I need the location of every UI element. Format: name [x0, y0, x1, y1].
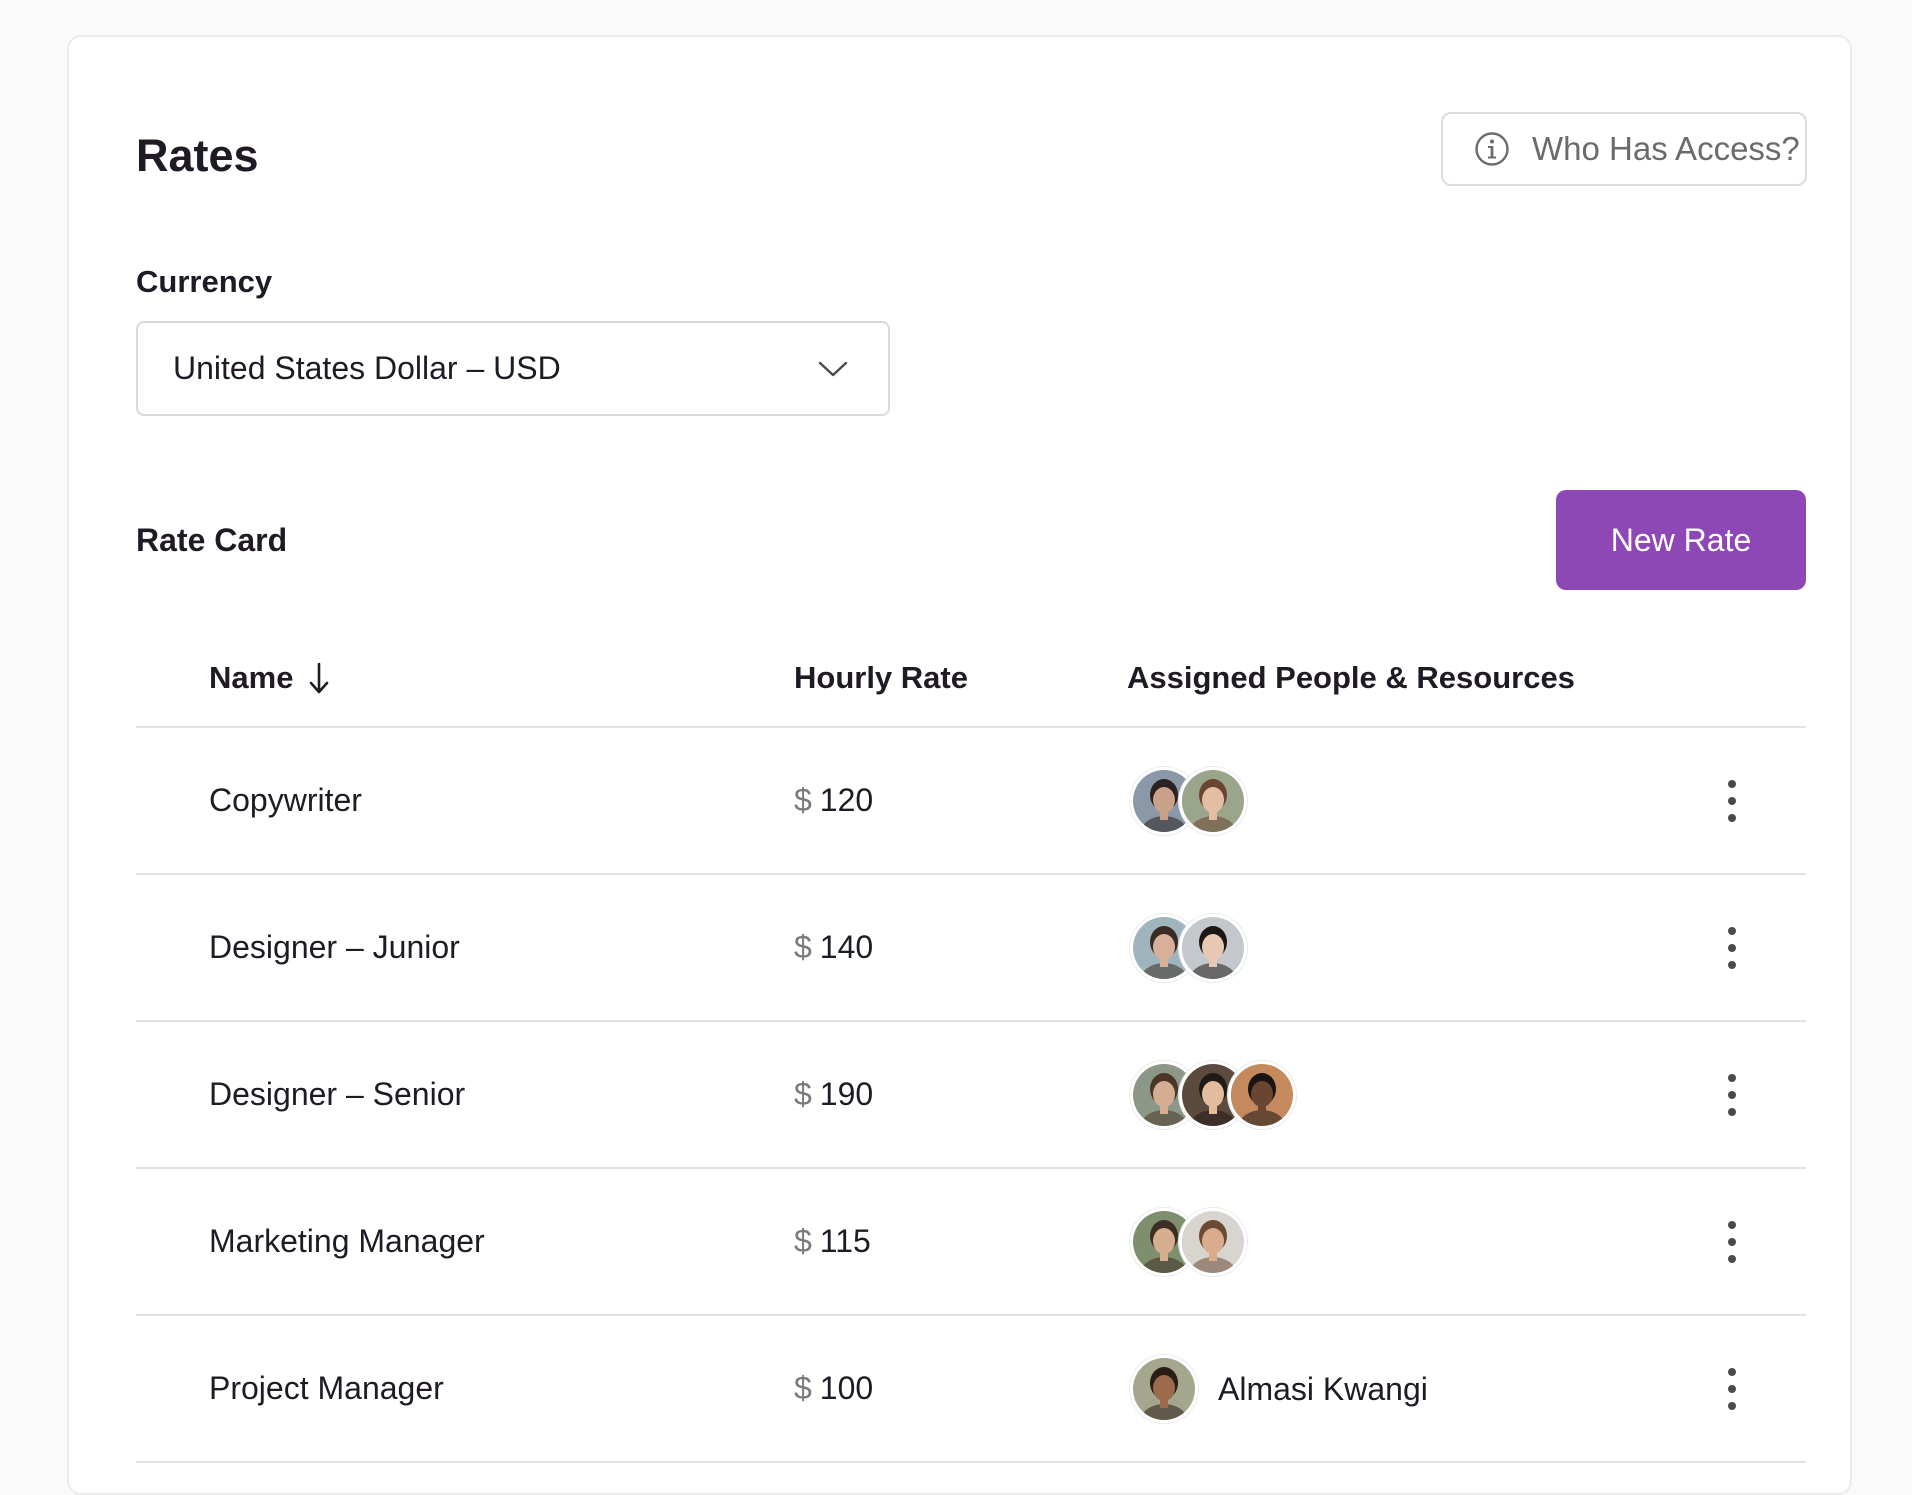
- hourly-rate-value: 100: [819, 1370, 874, 1406]
- chevron-down-icon: [818, 361, 848, 376]
- avatar[interactable]: [1179, 914, 1247, 982]
- hourly-rate-value: 140: [819, 929, 874, 965]
- table-row[interactable]: Project Manager $100 Almasi Kwangi: [136, 1316, 1806, 1463]
- currency-select-value: United States Dollar – USD: [173, 350, 561, 386]
- more-options-icon[interactable]: [1720, 1074, 1744, 1116]
- rates-table: Name Hourly Rate Assigned People & Resou…: [136, 640, 1806, 1463]
- column-header-hourly-rate[interactable]: Hourly Rate: [794, 658, 968, 698]
- assigned-people[interactable]: [1130, 1208, 1247, 1276]
- column-header-assigned[interactable]: Assigned People & Resources: [1127, 658, 1575, 698]
- assigned-people[interactable]: [1130, 767, 1247, 835]
- who-has-access-button[interactable]: Who Has Access?: [1441, 112, 1807, 186]
- avatar[interactable]: [1179, 1208, 1247, 1276]
- currency-symbol: $: [794, 1223, 812, 1259]
- currency-symbol: $: [794, 1370, 812, 1406]
- assignee-name: Almasi Kwangi: [1218, 1370, 1428, 1407]
- rate-card-label: Rate Card: [136, 522, 288, 558]
- table-row[interactable]: Designer – Junior $140: [136, 875, 1806, 1022]
- rate-name: Designer – Senior: [209, 1076, 466, 1112]
- hourly-rate: $120: [794, 728, 873, 873]
- more-options-icon[interactable]: [1720, 780, 1744, 822]
- assigned-people[interactable]: [1130, 914, 1247, 982]
- table-row[interactable]: Marketing Manager $115: [136, 1169, 1806, 1316]
- assigned-people[interactable]: [1130, 1061, 1296, 1129]
- rate-name: Project Manager: [209, 1370, 444, 1406]
- avatar[interactable]: [1179, 767, 1247, 835]
- rate-name: Marketing Manager: [209, 1223, 485, 1259]
- table-header: Name Hourly Rate Assigned People & Resou…: [136, 640, 1806, 728]
- hourly-rate-value: 115: [819, 1223, 871, 1259]
- arrow-down-icon: [310, 662, 329, 694]
- currency-label: Currency: [136, 264, 273, 299]
- more-options-icon[interactable]: [1720, 1221, 1744, 1263]
- hourly-rate-value: 190: [819, 1076, 874, 1112]
- column-header-name-label: Name: [209, 660, 294, 695]
- currency-select[interactable]: United States Dollar – USD: [136, 321, 890, 416]
- new-rate-button[interactable]: New Rate: [1556, 490, 1806, 590]
- avatar[interactable]: [1130, 1355, 1198, 1423]
- table-row[interactable]: Designer – Senior $190: [136, 1022, 1806, 1169]
- assigned-people[interactable]: Almasi Kwangi: [1130, 1355, 1428, 1423]
- rate-name: Copywriter: [209, 782, 362, 818]
- currency-symbol: $: [794, 1076, 812, 1112]
- who-has-access-label: Who Has Access?: [1532, 130, 1800, 167]
- page-title: Rates: [136, 130, 259, 181]
- more-options-icon[interactable]: [1720, 1368, 1744, 1410]
- hourly-rate: $100: [794, 1316, 873, 1461]
- more-options-icon[interactable]: [1720, 927, 1744, 969]
- hourly-rate: $140: [794, 875, 873, 1020]
- hourly-rate: $190: [794, 1022, 873, 1167]
- table-body: Copywriter $120 Designer – Junior $140 Desig…: [136, 728, 1806, 1463]
- hourly-rate-value: 120: [819, 782, 874, 818]
- rate-name: Designer – Junior: [209, 929, 460, 965]
- avatar[interactable]: [1228, 1061, 1296, 1129]
- info-icon: [1474, 131, 1510, 167]
- column-header-name[interactable]: Name: [209, 658, 331, 698]
- currency-symbol: $: [794, 782, 812, 818]
- currency-symbol: $: [794, 929, 812, 965]
- hourly-rate: $115: [794, 1169, 871, 1314]
- table-row[interactable]: Copywriter $120: [136, 728, 1806, 875]
